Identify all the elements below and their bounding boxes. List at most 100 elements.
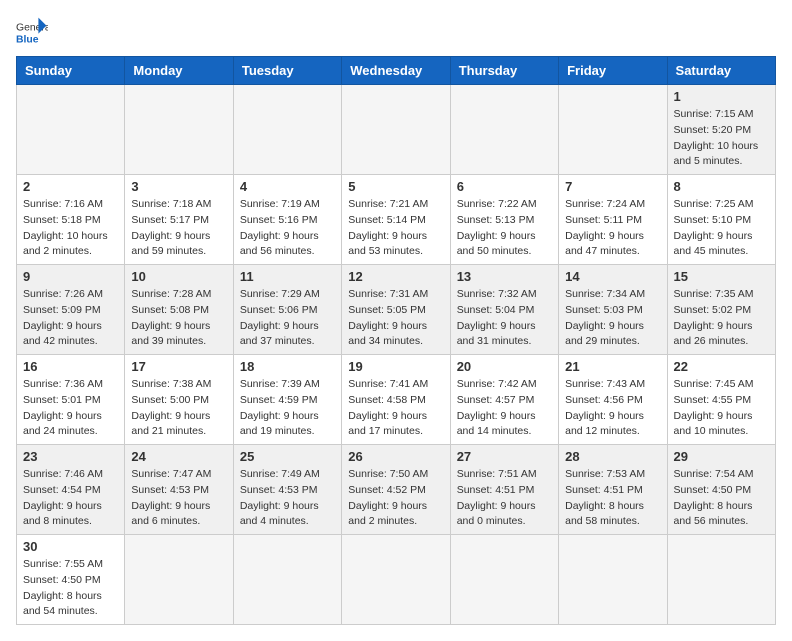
weekday-header-thursday: Thursday [450,57,558,85]
calendar-day-cell [233,535,341,625]
day-number: 27 [457,449,552,464]
calendar-day-cell: 16 Sunrise: 7:36 AM Sunset: 5:01 PM Dayli… [17,355,125,445]
day-info: Sunrise: 7:49 AM Sunset: 4:53 PM Dayligh… [240,467,335,530]
day-number: 5 [348,179,443,194]
day-number: 13 [457,269,552,284]
calendar-day-cell [342,85,450,175]
weekday-header-row: SundayMondayTuesdayWednesdayThursdayFrid… [17,57,776,85]
day-info: Sunrise: 7:21 AM Sunset: 5:14 PM Dayligh… [348,197,443,260]
calendar-day-cell: 26 Sunrise: 7:50 AM Sunset: 4:52 PM Dayli… [342,445,450,535]
day-number: 4 [240,179,335,194]
calendar-day-cell: 8Sunrise: 7:25 AM Sunset: 5:10 PM Daylig… [667,175,775,265]
day-info: Sunrise: 7:18 AM Sunset: 5:17 PM Dayligh… [131,197,226,260]
calendar-week-row: 23Sunrise: 7:46 AM Sunset: 4:54 PM Dayli… [17,445,776,535]
day-number: 28 [565,449,660,464]
day-info: Sunrise: 7:46 AM Sunset: 4:54 PM Dayligh… [23,467,118,530]
day-info: Sunrise: 7:39 AM Sunset: 4:59 PM Dayligh… [240,377,335,440]
day-number: 24 [131,449,226,464]
calendar-day-cell [559,85,667,175]
day-info: Sunrise: 7:45 AM Sunset: 4:55 PM Dayligh… [674,377,769,440]
page-header: General Blue [16,16,776,48]
day-number: 18 [240,359,335,374]
logo: General Blue [16,16,48,48]
calendar-day-cell: 7Sunrise: 7:24 AM Sunset: 5:11 PM Daylig… [559,175,667,265]
day-number: 11 [240,269,335,284]
day-number: 1 [674,89,769,104]
day-info: Sunrise: 7:50 AM Sunset: 4:52 PM Dayligh… [348,467,443,530]
calendar-day-cell: 17 Sunrise: 7:38 AM Sunset: 5:00 PM Dayli… [125,355,233,445]
day-number: 19 [348,359,443,374]
day-number: 15 [674,269,769,284]
day-number: 17 [131,359,226,374]
calendar-day-cell: 21 Sunrise: 7:43 AM Sunset: 4:56 PM Dayli… [559,355,667,445]
calendar-day-cell: 9Sunrise: 7:26 AM Sunset: 5:09 PM Daylig… [17,265,125,355]
day-number: 25 [240,449,335,464]
calendar-day-cell [559,535,667,625]
day-number: 20 [457,359,552,374]
day-info: Sunrise: 7:36 AM Sunset: 5:01 PM Dayligh… [23,377,118,440]
day-info: Sunrise: 7:19 AM Sunset: 5:16 PM Dayligh… [240,197,335,260]
day-number: 30 [23,539,118,554]
calendar-week-row: 30 Sunrise: 7:55 AM Sunset: 4:50 PM Dayli… [17,535,776,625]
calendar-day-cell: 23Sunrise: 7:46 AM Sunset: 4:54 PM Dayli… [17,445,125,535]
day-number: 12 [348,269,443,284]
calendar-day-cell [17,85,125,175]
day-number: 7 [565,179,660,194]
calendar-day-cell: 24 Sunrise: 7:47 AM Sunset: 4:53 PM Dayli… [125,445,233,535]
calendar-day-cell: 11 Sunrise: 7:29 AM Sunset: 5:06 PM Dayli… [233,265,341,355]
calendar-day-cell [342,535,450,625]
day-number: 6 [457,179,552,194]
calendar-week-row: 1 Sunrise: 7:15 AM Sunset: 5:20 PM Daylig… [17,85,776,175]
day-info: Sunrise: 7:25 AM Sunset: 5:10 PM Dayligh… [674,197,769,260]
weekday-header-monday: Monday [125,57,233,85]
calendar-day-cell: 18 Sunrise: 7:39 AM Sunset: 4:59 PM Dayli… [233,355,341,445]
day-info: Sunrise: 7:28 AM Sunset: 5:08 PM Dayligh… [131,287,226,350]
calendar-day-cell [667,535,775,625]
day-info: Sunrise: 7:43 AM Sunset: 4:56 PM Dayligh… [565,377,660,440]
calendar-day-cell: 28 Sunrise: 7:53 AM Sunset: 4:51 PM Dayli… [559,445,667,535]
calendar-day-cell: 13Sunrise: 7:32 AM Sunset: 5:04 PM Dayli… [450,265,558,355]
calendar-day-cell [450,535,558,625]
calendar-day-cell: 27Sunrise: 7:51 AM Sunset: 4:51 PM Dayli… [450,445,558,535]
day-info: Sunrise: 7:53 AM Sunset: 4:51 PM Dayligh… [565,467,660,530]
day-info: Sunrise: 7:38 AM Sunset: 5:00 PM Dayligh… [131,377,226,440]
calendar-day-cell: 29Sunrise: 7:54 AM Sunset: 4:50 PM Dayli… [667,445,775,535]
calendar-day-cell: 5 Sunrise: 7:21 AM Sunset: 5:14 PM Daylig… [342,175,450,265]
day-info: Sunrise: 7:55 AM Sunset: 4:50 PM Dayligh… [23,557,118,620]
calendar-day-cell: 25 Sunrise: 7:49 AM Sunset: 4:53 PM Dayli… [233,445,341,535]
day-number: 16 [23,359,118,374]
calendar-day-cell: 1 Sunrise: 7:15 AM Sunset: 5:20 PM Daylig… [667,85,775,175]
calendar-week-row: 16 Sunrise: 7:36 AM Sunset: 5:01 PM Dayli… [17,355,776,445]
calendar-day-cell [450,85,558,175]
calendar-day-cell: 22 Sunrise: 7:45 AM Sunset: 4:55 PM Dayli… [667,355,775,445]
calendar-week-row: 2Sunrise: 7:16 AM Sunset: 5:18 PM Daylig… [17,175,776,265]
calendar-day-cell: 12 Sunrise: 7:31 AM Sunset: 5:05 PM Dayli… [342,265,450,355]
calendar-table: SundayMondayTuesdayWednesdayThursdayFrid… [16,56,776,625]
weekday-header-sunday: Sunday [17,57,125,85]
calendar-day-cell: 6Sunrise: 7:22 AM Sunset: 5:13 PM Daylig… [450,175,558,265]
day-info: Sunrise: 7:41 AM Sunset: 4:58 PM Dayligh… [348,377,443,440]
calendar-day-cell: 20 Sunrise: 7:42 AM Sunset: 4:57 PM Dayli… [450,355,558,445]
calendar-day-cell: 19 Sunrise: 7:41 AM Sunset: 4:58 PM Dayli… [342,355,450,445]
day-info: Sunrise: 7:31 AM Sunset: 5:05 PM Dayligh… [348,287,443,350]
calendar-day-cell: 3 Sunrise: 7:18 AM Sunset: 5:17 PM Daylig… [125,175,233,265]
day-info: Sunrise: 7:29 AM Sunset: 5:06 PM Dayligh… [240,287,335,350]
day-number: 21 [565,359,660,374]
day-number: 22 [674,359,769,374]
day-info: Sunrise: 7:15 AM Sunset: 5:20 PM Dayligh… [674,107,769,170]
day-number: 2 [23,179,118,194]
calendar-day-cell: 14Sunrise: 7:34 AM Sunset: 5:03 PM Dayli… [559,265,667,355]
calendar-day-cell: 30 Sunrise: 7:55 AM Sunset: 4:50 PM Dayli… [17,535,125,625]
calendar-day-cell: 10Sunrise: 7:28 AM Sunset: 5:08 PM Dayli… [125,265,233,355]
calendar-week-row: 9Sunrise: 7:26 AM Sunset: 5:09 PM Daylig… [17,265,776,355]
day-info: Sunrise: 7:47 AM Sunset: 4:53 PM Dayligh… [131,467,226,530]
weekday-header-wednesday: Wednesday [342,57,450,85]
day-info: Sunrise: 7:42 AM Sunset: 4:57 PM Dayligh… [457,377,552,440]
calendar-day-cell [125,85,233,175]
svg-text:Blue: Blue [16,34,39,45]
calendar-day-cell [125,535,233,625]
day-number: 29 [674,449,769,464]
logo-icon: General Blue [16,16,48,48]
day-number: 3 [131,179,226,194]
day-number: 26 [348,449,443,464]
